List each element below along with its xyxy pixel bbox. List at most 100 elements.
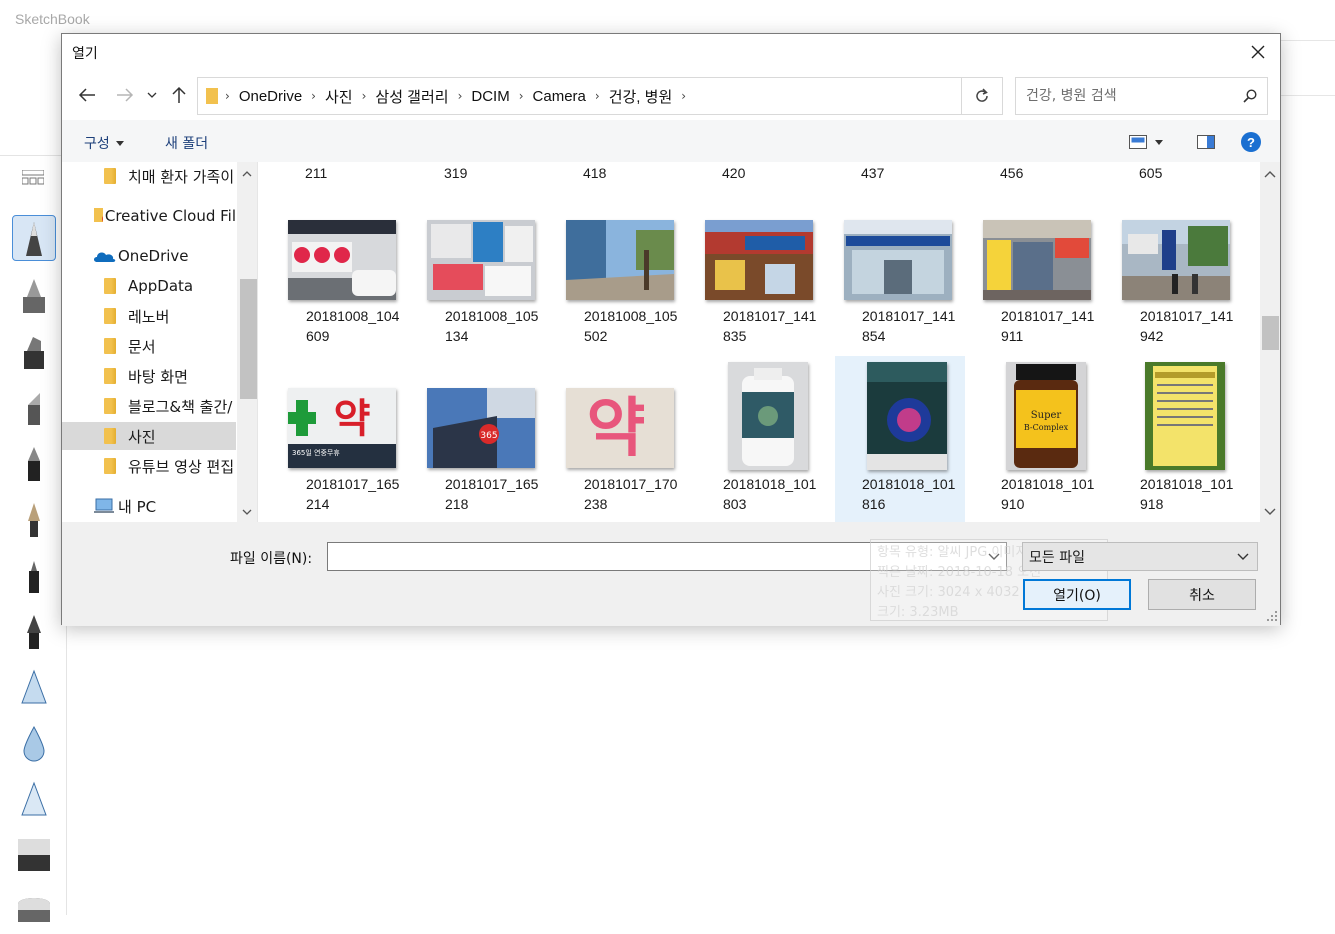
breadcrumb-item[interactable]: 사진: [317, 86, 361, 107]
nav-tree-label: 유튜브 영상 편집: [128, 457, 235, 476]
chevron-right-icon[interactable]: ›: [518, 89, 525, 103]
cancel-button[interactable]: 취소: [1148, 579, 1256, 610]
file-tile[interactable]: 20181017_141 911: [974, 188, 1104, 356]
file-name-partial[interactable]: 456: [1000, 165, 1023, 181]
file-type-select[interactable]: 모든 파일: [1022, 542, 1258, 571]
chevron-right-icon[interactable]: ›: [310, 89, 317, 103]
image-thumbnail: [867, 362, 947, 470]
file-name-partial[interactable]: 418: [583, 165, 606, 181]
file-tile[interactable]: 20181008_105 134: [418, 188, 548, 356]
marker-tool-icon[interactable]: [12, 328, 56, 374]
file-name-line: 20181017_141: [723, 308, 817, 324]
fountain-pen-tool-icon[interactable]: [12, 608, 56, 654]
breadcrumb-item[interactable]: OneDrive: [231, 88, 310, 105]
file-tile[interactable]: 20181008_105 502: [557, 188, 687, 356]
nav-tree-item[interactable]: 바탕 화면: [62, 362, 236, 390]
refresh-icon[interactable]: [961, 77, 1003, 115]
file-tile[interactable]: 20181018_101 918: [1113, 356, 1243, 522]
address-bar[interactable]: › OneDrive › 사진 › 삼성 갤러리 › DCIM › Camera › 건강, 병원 ›: [197, 77, 1003, 115]
recent-locations-chevron-icon[interactable]: [142, 82, 162, 108]
layout-grid-icon[interactable]: [21, 169, 45, 190]
preview-pane-icon[interactable]: [1195, 131, 1217, 153]
file-tile[interactable]: Super B-Complex 20181018_101 910: [974, 356, 1104, 522]
nav-scroll-thumb[interactable]: [240, 279, 257, 399]
chevron-right-icon[interactable]: ›: [457, 89, 464, 103]
resize-grip-icon[interactable]: [1266, 610, 1278, 622]
search-input[interactable]: [1016, 78, 1233, 114]
file-name-partial[interactable]: 211: [305, 165, 327, 181]
file-tile[interactable]: 20181018_101 803: [696, 356, 826, 522]
triangle-tool-icon[interactable]: [12, 776, 56, 822]
up-arrow-icon[interactable]: [166, 82, 192, 108]
file-tile[interactable]: 20181017_141 835: [696, 188, 826, 356]
nav-tree-item[interactable]: 사진: [62, 422, 236, 450]
chevron-right-icon[interactable]: ›: [224, 89, 231, 103]
close-icon[interactable]: [1236, 34, 1280, 70]
file-name-line: 218: [445, 496, 469, 512]
nav-tree-item[interactable]: 치매 환자 가족이: [62, 162, 236, 190]
file-name-partial[interactable]: 420: [722, 165, 745, 181]
file-name-line: 942: [1140, 328, 1164, 344]
nav-tree-item[interactable]: Creative Cloud Fil: [62, 202, 236, 230]
image-thumbnail: [705, 220, 813, 300]
soft-eraser-tool-icon[interactable]: [12, 884, 56, 930]
shape-cone-tool-icon[interactable]: [12, 664, 56, 710]
pencil-tool-icon[interactable]: [12, 215, 56, 261]
eraser-tool-icon[interactable]: [12, 832, 56, 878]
open-button[interactable]: 열기(O): [1023, 579, 1131, 610]
chevron-down-icon: [115, 140, 124, 146]
help-icon[interactable]: ?: [1240, 131, 1262, 153]
new-folder-button[interactable]: 새 폴더: [165, 133, 208, 153]
nav-tree-item[interactable]: OneDrive: [62, 242, 236, 270]
file-tile[interactable]: 20181017_141 942: [1113, 188, 1243, 356]
file-tile[interactable]: 약 365일 연중무휴 20181017_165 214: [279, 356, 409, 522]
nav-tree-label: 레노버: [128, 307, 170, 326]
file-name-line: 20181018_101: [723, 476, 817, 492]
fineliner-tool-icon[interactable]: [12, 552, 56, 598]
file-tile[interactable]: 365 20181017_165 218: [418, 356, 548, 522]
file-name-partial[interactable]: 319: [444, 165, 467, 181]
file-scroll-thumb[interactable]: [1262, 316, 1279, 350]
breadcrumb-item[interactable]: 건강, 병원: [601, 86, 681, 107]
file-tile[interactable]: 약 20181017_170 238: [557, 356, 687, 522]
file-name-partial[interactable]: 605: [1139, 165, 1162, 181]
file-name-line: 20181008_105: [584, 308, 678, 324]
nav-tree-item[interactable]: 내 PC: [62, 492, 236, 520]
nav-tree-item[interactable]: 레노버: [62, 302, 236, 330]
search-box[interactable]: [1015, 77, 1268, 115]
app-top-bar: [1280, 40, 1335, 96]
chevron-right-icon[interactable]: ›: [680, 89, 687, 103]
breadcrumb-item[interactable]: DCIM: [463, 88, 517, 105]
chevron-right-icon[interactable]: ›: [594, 89, 601, 103]
nav-tree-item[interactable]: 문서: [62, 332, 236, 360]
nav-tree-item[interactable]: 블로그&책 출간/: [62, 392, 236, 420]
back-arrow-icon[interactable]: [74, 82, 100, 108]
file-tile[interactable]: 20181008_104 609: [279, 188, 409, 356]
file-name-partial[interactable]: 437: [861, 165, 884, 181]
ballpoint-tool-icon[interactable]: [12, 440, 56, 486]
breadcrumb-item[interactable]: Camera: [525, 88, 594, 105]
breadcrumb-item[interactable]: 삼성 갤러리: [367, 86, 456, 107]
image-thumbnail: [1145, 362, 1225, 470]
open-file-dialog: 열기 › OneDrive › 사진 › 삼성 갤러리 › DCIM › Camera › 건강, 병…: [61, 33, 1281, 626]
file-name-line: 910: [1001, 496, 1025, 512]
this-pc-icon: [94, 498, 114, 513]
brush-tool-icon[interactable]: [12, 496, 56, 542]
image-thumbnail: [288, 220, 396, 300]
nav-tree-label: Creative Cloud Fil: [104, 207, 236, 225]
view-options-button[interactable]: [1126, 131, 1166, 153]
forward-arrow-icon[interactable]: [112, 82, 138, 108]
organize-button[interactable]: 구성: [84, 133, 124, 153]
chevron-right-icon[interactable]: ›: [361, 89, 368, 103]
search-icon[interactable]: [1233, 89, 1267, 103]
chisel-tool-icon[interactable]: [12, 384, 56, 430]
image-thumbnail: [983, 220, 1091, 300]
airbrush-tool-icon[interactable]: [12, 272, 56, 318]
folder-icon: [104, 308, 116, 324]
drop-tool-icon[interactable]: [12, 720, 56, 766]
file-tile[interactable]: 20181017_141 854: [835, 188, 965, 356]
nav-tree-item[interactable]: AppData: [62, 272, 236, 300]
nav-tree-item[interactable]: 유튜브 영상 편집: [62, 452, 236, 480]
scroll-down-icon: [242, 509, 252, 515]
file-tile[interactable]: 20181018_101 816: [835, 356, 965, 522]
